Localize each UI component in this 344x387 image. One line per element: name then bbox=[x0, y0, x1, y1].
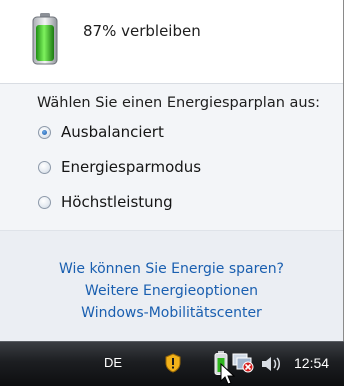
power-plan-label: Höchstleistung bbox=[61, 193, 173, 211]
shield-icon[interactable] bbox=[164, 353, 182, 373]
link-more-power-options[interactable]: Weitere Energieoptionen bbox=[0, 283, 343, 299]
battery-remaining-text: 87% verbleiben bbox=[83, 22, 201, 40]
power-plan-option-power-saver[interactable]: Energiesparmodus bbox=[38, 157, 201, 177]
language-indicator[interactable]: DE bbox=[104, 355, 122, 370]
taskbar-clock[interactable]: 12:54 bbox=[294, 355, 329, 371]
power-plan-option-high-performance[interactable]: Höchstleistung bbox=[38, 192, 173, 212]
taskbar: DE 12:54 bbox=[0, 341, 344, 386]
speaker-icon[interactable] bbox=[260, 356, 282, 372]
links-panel: Wie können Sie Energie sparen? Weitere E… bbox=[0, 230, 343, 342]
battery-icon bbox=[32, 13, 58, 65]
link-energy-saving-tips[interactable]: Wie können Sie Energie sparen? bbox=[0, 261, 343, 277]
power-plan-label: Energiesparmodus bbox=[61, 158, 202, 176]
battery-flyout: 87% verbleiben Wählen Sie einen Energies… bbox=[0, 0, 344, 342]
battery-status-panel: 87% verbleiben bbox=[0, 0, 343, 84]
radio-icon[interactable] bbox=[38, 160, 51, 174]
power-plan-option-balanced[interactable]: Ausbalanciert bbox=[38, 122, 164, 142]
radio-icon[interactable] bbox=[38, 195, 51, 209]
power-plan-heading: Wählen Sie einen Energiesparplan aus: bbox=[37, 95, 321, 111]
mouse-cursor-icon bbox=[220, 363, 236, 385]
radio-selected-icon[interactable] bbox=[38, 125, 51, 139]
link-mobility-center[interactable]: Windows-Mobilitätscenter bbox=[0, 305, 343, 321]
power-plan-label: Ausbalanciert bbox=[61, 123, 164, 141]
